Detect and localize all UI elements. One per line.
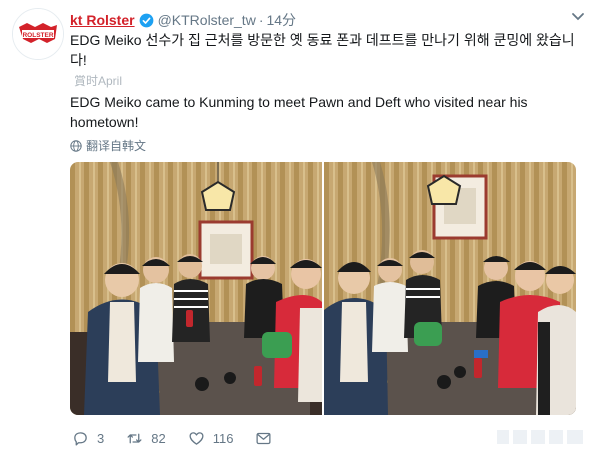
- verified-icon: [139, 13, 153, 27]
- translate-link[interactable]: 翻译自韩文: [70, 137, 146, 154]
- watermark-logo: [497, 430, 583, 444]
- retweet-count: 82: [151, 430, 166, 446]
- kt-rolster-logo: ROLSTER: [13, 9, 63, 59]
- caret-down-icon[interactable]: [571, 12, 585, 22]
- svg-text:ROLSTER: ROLSTER: [22, 32, 53, 39]
- mail-icon: [256, 432, 271, 444]
- tweet-photo-2[interactable]: [324, 162, 576, 415]
- translate-link-text: 翻译自韩文: [86, 139, 147, 153]
- direct-message-button[interactable]: [255, 430, 280, 447]
- tweet-text-korean: EDG Meiko 선수가 집 근처를 방문한 옛 동료 폰과 데프트를 만나기…: [70, 32, 575, 68]
- retweet-button[interactable]: 82: [126, 430, 166, 447]
- tweet-text-english: EDG Meiko came to Kunming to meet Pawn a…: [70, 94, 528, 130]
- tweet-actions: 3 82 116: [72, 428, 302, 448]
- tweet-media: [70, 162, 576, 415]
- like-button[interactable]: 116: [188, 430, 234, 447]
- avatar[interactable]: ROLSTER: [12, 8, 64, 60]
- display-name[interactable]: kt Rolster: [70, 12, 135, 28]
- timestamp[interactable]: 14分: [266, 10, 296, 30]
- like-count: 116: [212, 430, 234, 446]
- separator-dot: ·: [258, 12, 264, 28]
- retweet-icon: [127, 433, 142, 443]
- group-photo-1: [70, 162, 322, 415]
- translated-label: 賞时April: [74, 74, 123, 88]
- like-icon: [189, 431, 204, 445]
- reply-count: 3: [97, 430, 105, 446]
- user-handle[interactable]: @KTRolster_tw: [158, 12, 256, 28]
- globe-icon: [70, 139, 82, 152]
- reply-icon: [74, 431, 87, 446]
- tweet-photo-1[interactable]: [70, 162, 322, 415]
- group-photo-2: [324, 162, 576, 415]
- tweet-header: kt Rolster @KTRolster_tw · 14分: [70, 10, 583, 30]
- reply-button[interactable]: 3: [72, 430, 104, 447]
